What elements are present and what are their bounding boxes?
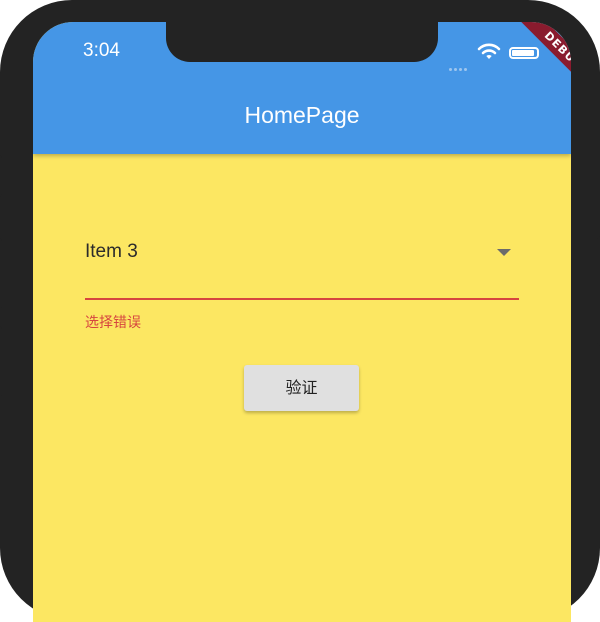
app-screen: 3:04 HomePage DEBUG Item 3 选择错误 验证: [33, 22, 571, 622]
status-time: 3:04: [83, 40, 120, 61]
phone-notch: [166, 22, 438, 62]
arrow-drop-down-icon: [497, 249, 511, 256]
item-dropdown[interactable]: Item 3: [85, 232, 519, 300]
side-button-left-1: [0, 155, 2, 197]
side-button-left-2: [0, 238, 2, 310]
battery-icon: [509, 47, 539, 59]
side-button-left-3: [0, 326, 2, 398]
wifi-icon: [477, 43, 501, 59]
phone-device: 3:04 HomePage DEBUG Item 3 选择错误 验证: [0, 0, 600, 622]
error-text: 选择错误: [85, 315, 141, 331]
page-title: HomePage: [244, 102, 360, 128]
verify-button[interactable]: 验证: [244, 365, 359, 411]
signal-dots-icon: [449, 56, 471, 71]
dropdown-selected-value: Item 3: [85, 241, 138, 262]
